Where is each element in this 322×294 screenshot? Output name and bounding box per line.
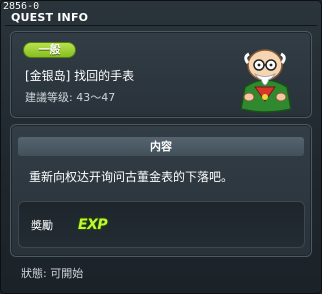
recommended-level: 建議等级: 43～47 — [25, 91, 116, 104]
exp-icon: EXP — [78, 217, 108, 233]
content-section-header: 内容 — [18, 137, 304, 156]
quest-description: 重新向权达开询问古董金表的下落吧。 — [29, 170, 234, 184]
quest-content-panel: 内容 重新向权达开询问古董金表的下落吧。 奬勵 EXP — [10, 124, 312, 257]
reward-label: 奬勵 — [31, 219, 53, 232]
quest-status: 狀態: 可開始 — [21, 267, 84, 280]
old-man-npc-icon — [240, 49, 292, 113]
window-title: QUEST INFO — [11, 11, 89, 24]
quest-category-badge: 一般 — [23, 42, 76, 58]
reward-box: 奬勵 EXP — [18, 201, 305, 248]
titlebar-divider — [5, 25, 317, 26]
quest-name: [金银岛] 找回的手表 — [25, 69, 135, 83]
quest-info-window: 2856-0 QUEST INFO 一般 [金银岛] 找回的手表 建議等级: 4… — [0, 0, 322, 294]
